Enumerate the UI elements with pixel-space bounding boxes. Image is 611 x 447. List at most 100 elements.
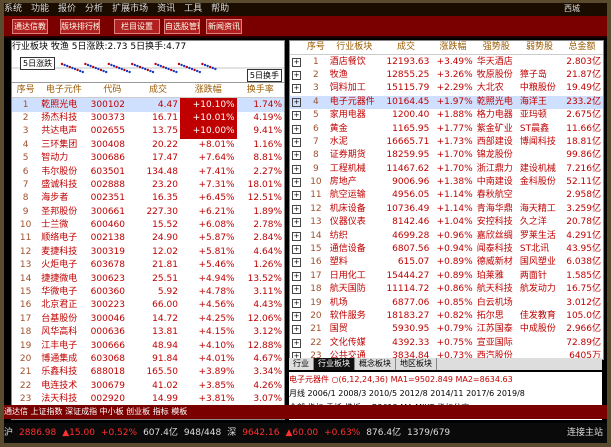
expand-icon[interactable]: +	[292, 178, 301, 188]
table-row[interactable]: +21 国贸 5930.95 +0.79% 江苏国泰 中成股份 2.966亿	[290, 323, 603, 336]
right-tab-2[interactable]: 概念板块	[355, 358, 396, 370]
menu-item-0[interactable]: 系统	[4, 4, 22, 14]
left-header-2[interactable]: 代码	[88, 84, 137, 99]
expand-icon[interactable]: +	[292, 111, 301, 121]
toolbar-button-1[interactable]: 版块排行榜	[60, 19, 100, 34]
expand-icon[interactable]: +	[292, 258, 301, 268]
menu-item-3[interactable]: 分析	[85, 4, 103, 14]
table-row[interactable]: +3 饲料加工 15115.79 +2.29% 大北农 中粮股份 19.49亿	[290, 82, 603, 95]
table-row[interactable]: 4 三环集团 300408 20.22 +8.01% 1.16%	[12, 139, 284, 152]
expand-icon[interactable]: +	[292, 204, 301, 214]
menu-item-5[interactable]: 资讯	[157, 4, 175, 14]
left-header-1[interactable]: 电子元件	[39, 84, 89, 99]
expand-icon[interactable]: +	[292, 70, 301, 80]
expand-icon[interactable]: +	[292, 97, 301, 107]
table-row[interactable]: 16 北京君正 300223 66.00 +4.56% 4.43%	[12, 299, 284, 312]
table-row[interactable]: +19 机场 6877.06 +0.85% 白云机场 3.012亿	[290, 296, 603, 309]
table-row[interactable]: +4 电子元器件 10164.45 +1.97% 乾照光电 海洋王 233.2亿	[290, 95, 603, 109]
table-row[interactable]: 5 智动力 300686 17.47 +7.64% 8.81%	[12, 152, 284, 165]
expand-icon[interactable]: +	[292, 298, 301, 308]
toolbar-button-0[interactable]: 通达信教	[12, 19, 48, 34]
table-row[interactable]: 19 江丰电子 300666 48.94 +4.10% 12.88%	[12, 339, 284, 352]
table-row[interactable]: +13 仪器仪表 8142.46 +1.04% 安控科技 久之洋 20.78亿	[290, 216, 603, 229]
table-row[interactable]: +10 房地产 9006.96 +1.38% 中南建设 金科股份 52.11亿	[290, 176, 603, 189]
expand-icon[interactable]: +	[292, 325, 301, 335]
right-tab-0[interactable]: 行业	[289, 358, 314, 370]
table-row[interactable]: 21 乐鑫科技 688018 165.50 +3.89% 3.34%	[12, 366, 284, 379]
left-header-3[interactable]: 成交	[136, 84, 180, 99]
right-header-4[interactable]: 涨跌幅	[431, 41, 475, 56]
table-row[interactable]: +11 航空运输 4956.05 +1.14% 春秋航空 2.958亿	[290, 189, 603, 202]
table-row[interactable]: 14 捷捷微电 300623 25.51 +4.94% 13.52%	[12, 272, 284, 285]
table-row[interactable]: 7 盛诚科技 002888 23.20 +7.31% 18.01%	[12, 179, 284, 192]
expand-icon[interactable]: +	[292, 84, 301, 94]
table-row[interactable]: +2 牧渔 12855.25 +3.26% 牧原股份 獐子岛 21.87亿	[290, 69, 603, 82]
toolbar-button-2[interactable]: 栏目设置	[114, 19, 160, 34]
table-row[interactable]: 9 圣邦股份 300661 227.30 +6.21% 1.89%	[12, 206, 284, 219]
expand-icon[interactable]: +	[292, 124, 301, 134]
expand-icon[interactable]: +	[292, 312, 301, 321]
expand-icon[interactable]: +	[292, 191, 301, 201]
right-header-1[interactable]: 序号	[304, 41, 328, 56]
table-row[interactable]: +20 软件服务 18183.27 +0.82% 拓尔思 佳发教育 105.0亿	[290, 310, 603, 323]
expand-icon[interactable]: +	[292, 137, 301, 147]
table-row[interactable]: 10 士兰微 600460 15.52 +6.08% 2.78%	[12, 219, 284, 232]
table-row[interactable]: 18 风华高科 000636 13.81 +4.15% 3.12%	[12, 326, 284, 339]
period-row[interactable]: 月线 2006/1 2008/3 2010/5 2012/8 2014/11 2…	[289, 388, 602, 399]
right-header-7[interactable]: 总金额	[561, 41, 603, 56]
left-header-5[interactable]: 换手率	[236, 84, 284, 99]
table-row[interactable]: +17 日用化工 15444.27 +0.89% 珀莱雅 两面针 1.585亿	[290, 270, 603, 283]
expand-icon[interactable]: +	[292, 151, 301, 161]
menu-item-2[interactable]: 报价	[58, 4, 76, 14]
menu-item-1[interactable]: 功能	[31, 4, 49, 14]
table-row[interactable]: 2 扬杰科技 300373 16.71 +10.01% 4.19%	[12, 111, 284, 126]
table-row[interactable]: 6 韦尔股份 603501 134.48 +7.41% 2.27%	[12, 165, 284, 178]
right-header-5[interactable]: 强势股	[474, 41, 518, 56]
right-header-2[interactable]: 行业板块	[327, 41, 381, 56]
expand-icon[interactable]: +	[292, 231, 301, 241]
expand-icon[interactable]: +	[292, 285, 301, 295]
expand-icon[interactable]: +	[292, 338, 301, 348]
right-header-6[interactable]: 弱势股	[517, 41, 562, 56]
menu-item-4[interactable]: 扩展市场	[112, 4, 148, 14]
expand-icon[interactable]: +	[292, 164, 301, 174]
table-row[interactable]: 12 麦捷科技 300319 12.02 +5.81% 4.64%	[12, 246, 284, 259]
table-row[interactable]: +7 水泥 16665.71 +1.73% 西部建设 博闻科技 18.81亿	[290, 136, 603, 149]
right-tab-1[interactable]: 行业板块	[314, 358, 355, 370]
table-row[interactable]: 1 乾照光电 300102 4.47 +10.10% 1.74%	[12, 97, 284, 112]
table-row[interactable]: 15 华微电子 600360 5.92 +4.78% 3.11%	[12, 286, 284, 299]
left-header-0[interactable]: 序号	[12, 84, 40, 99]
table-row[interactable]: 17 台基股份 300046 14.72 +4.25% 12.06%	[12, 313, 284, 326]
table-row[interactable]: 11 顺络电子 002138 24.90 +5.87% 2.84%	[12, 232, 284, 245]
table-row[interactable]: +8 证券期货 18259.95 +1.70% 锦龙股份 99.86亿	[290, 149, 603, 162]
right-tab-3[interactable]: 地区板块	[396, 358, 437, 370]
expand-icon[interactable]: +	[292, 271, 301, 281]
table-row[interactable]: 20 博通集成 603068 91.84 +4.01% 4.67%	[12, 353, 284, 366]
table-row[interactable]: 22 电连技术 300679 41.02 +3.85% 4.26%	[12, 380, 284, 393]
toolbar-button-4[interactable]: 新闻资讯	[206, 19, 242, 34]
left-cell-4: +4.01%	[198, 354, 235, 364]
left-header-4[interactable]: 涨跌幅	[179, 84, 237, 99]
expand-icon[interactable]: +	[292, 218, 301, 228]
table-row[interactable]: 13 火炬电子 603678 21.81 +5.46% 1.26%	[12, 259, 284, 272]
table-row[interactable]: 8 海步者 002351 16.35 +6.45% 12.51%	[12, 192, 284, 205]
table-row[interactable]: +9 工程机械 11467.62 +1.70% 浙江鼎力 建设机械 7.216亿	[290, 163, 603, 176]
toolbar-button-3[interactable]: 自选股管理	[164, 19, 200, 34]
table-row[interactable]: +12 机床设备 10736.49 +1.14% 青海华鼎 海天精工 3.259亿	[290, 203, 603, 216]
table-row[interactable]: +1 酒店餐饮 12193.63 +3.49% 华天酒店 2.803亿	[290, 55, 603, 69]
right-cell-1: 塑料	[329, 257, 348, 268]
expand-icon[interactable]: +	[292, 57, 301, 67]
table-row[interactable]: +18 航天国防 11114.72 +0.86% 航天科技 航发动力 16.75亿	[290, 283, 603, 296]
table-row[interactable]: +15 通信设备 6807.56 +0.94% 闻泰科技 ST北讯 43.95亿	[290, 243, 603, 256]
table-row[interactable]: 3 共达电声 002655 13.75 +10.00% 9.41%	[12, 125, 284, 139]
right-header-0[interactable]	[290, 41, 305, 56]
expand-icon[interactable]: +	[292, 245, 301, 255]
table-row[interactable]: +6 黄金 1165.95 +1.77% 紫金矿业 ST晨鑫 11.66亿	[290, 122, 603, 135]
table-row[interactable]: +16 塑料 615.07 +0.89% 德威新材 国风塑业 6.038亿	[290, 256, 603, 269]
menu-item-7[interactable]: 帮助	[211, 4, 229, 14]
menu-item-6[interactable]: 工具	[184, 4, 202, 14]
table-row[interactable]: +5 家用电器 1200.40 +1.88% 格力电器 亚玛顿 2.675亿	[290, 109, 603, 122]
table-row[interactable]: +22 文化传媒 4392.33 +0.75% 宣亚国际 72.89亿	[290, 337, 603, 350]
right-header-3[interactable]: 成交	[380, 41, 432, 56]
table-row[interactable]: +14 纺织 4699.28 +0.96% 嘉欣丝绸 罗莱生活 4.291亿	[290, 229, 603, 242]
